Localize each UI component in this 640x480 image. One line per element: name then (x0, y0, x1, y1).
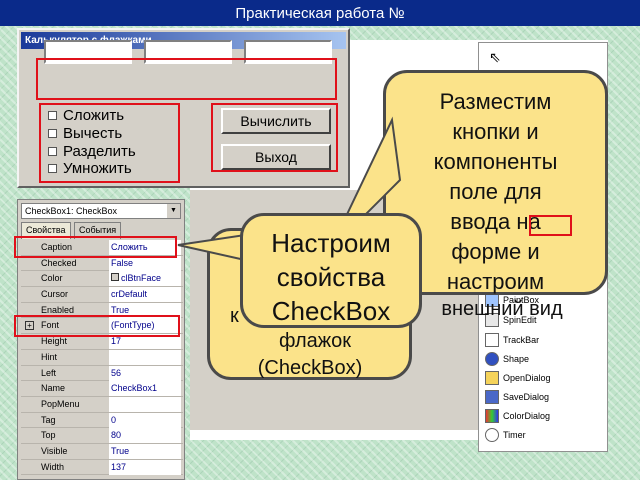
callout-configure-checkbox: Настроим свойства CheckBox (240, 213, 422, 328)
callout-line: свойства (276, 262, 386, 292)
callout-line: Настроим (271, 228, 391, 258)
callout-line: CheckBox (271, 296, 391, 326)
palette-highlight-box (529, 215, 572, 236)
front-callout-pointer (177, 233, 246, 262)
